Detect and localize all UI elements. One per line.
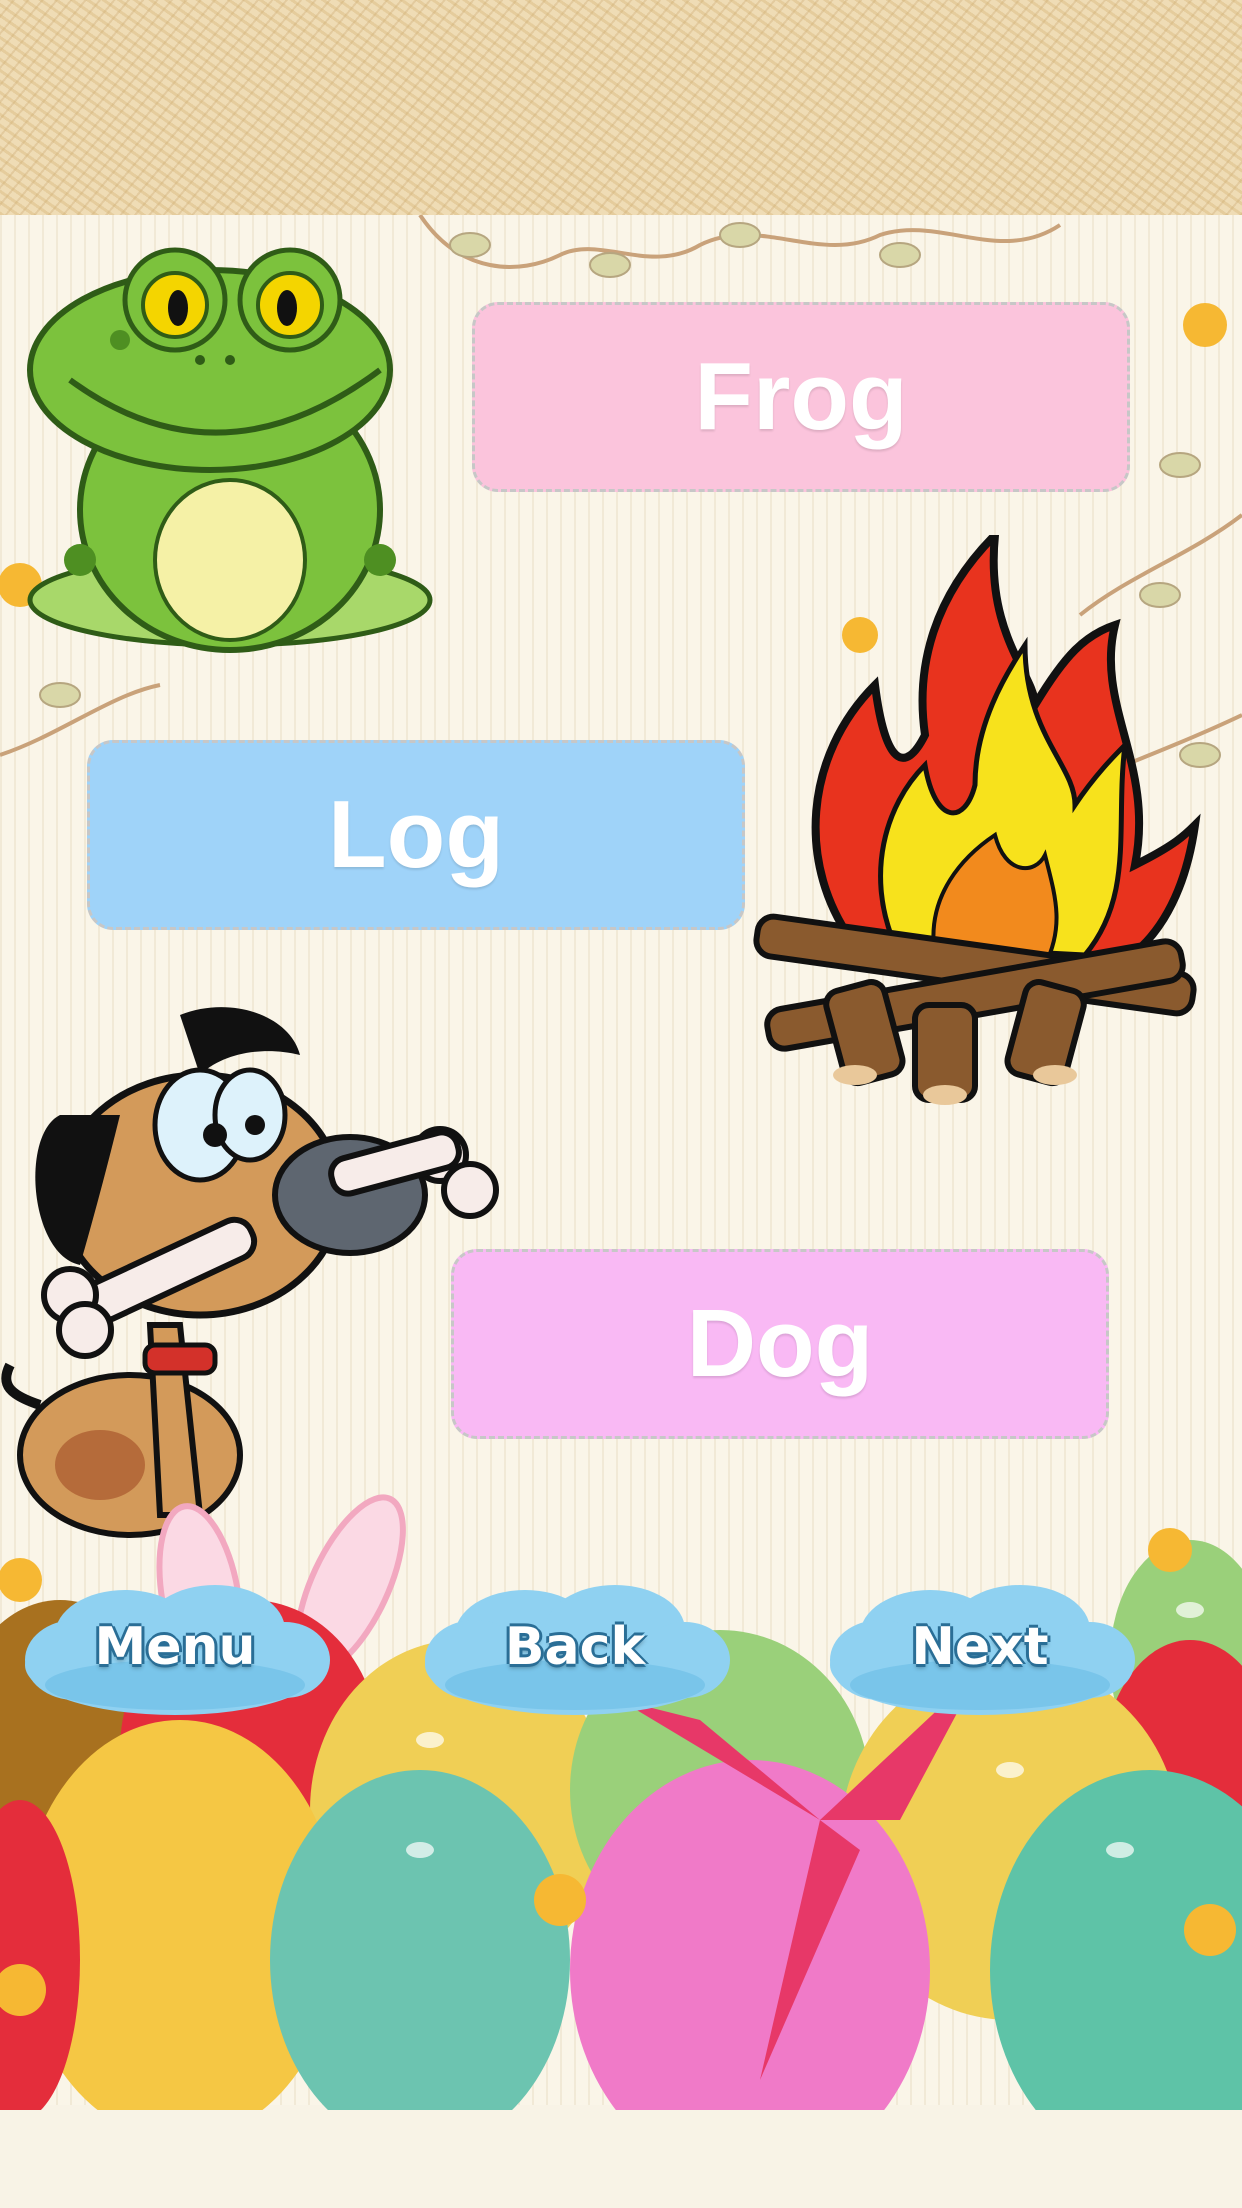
- campfire-icon: [753, 535, 1201, 1105]
- back-button[interactable]: Back: [415, 1575, 735, 1725]
- word-dog-button[interactable]: Dog: [451, 1249, 1109, 1439]
- dog-icon: [1, 1007, 499, 1538]
- menu-button[interactable]: Menu: [15, 1575, 335, 1725]
- top-texture-band: [0, 0, 1242, 215]
- bottom-strip: [0, 2105, 1242, 2208]
- next-label: Next: [911, 1617, 1049, 1677]
- word-frog-button[interactable]: Frog: [472, 302, 1130, 492]
- frog-icon: [27, 247, 433, 653]
- next-button[interactable]: Next: [820, 1575, 1140, 1725]
- back-label: Back: [504, 1617, 646, 1677]
- word-log-button[interactable]: Log: [87, 740, 745, 930]
- menu-label: Menu: [94, 1617, 256, 1677]
